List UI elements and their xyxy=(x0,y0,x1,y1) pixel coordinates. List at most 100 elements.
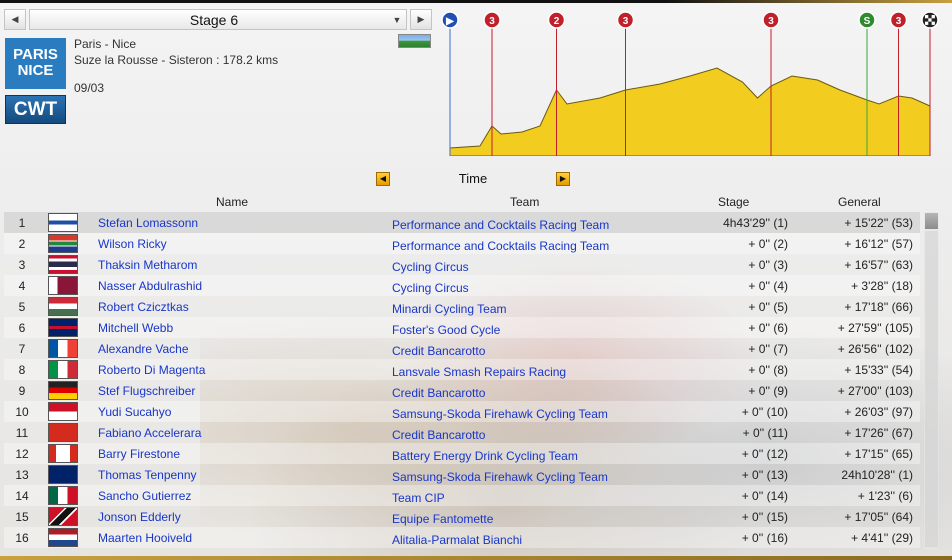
rider-general-time: + 1'23'' (6) xyxy=(857,489,913,503)
rider-name-link[interactable]: Roberto Di Magenta xyxy=(98,363,205,377)
table-row[interactable]: 15 Jonson Edderly Equipe Fantomette + 0'' (… xyxy=(4,506,920,527)
rider-general-time: + 17'15'' (65) xyxy=(844,447,913,461)
table-row[interactable]: 10 Yudi Sucahyo Samsung-Skoda Firehawk Cyc… xyxy=(4,401,920,422)
rider-team-link[interactable]: Performance and Cocktails Racing Team xyxy=(392,218,609,232)
table-row[interactable]: 11 Fabiano Accelerara Credit Bancarotto + 0… xyxy=(4,422,920,443)
prev-ranking-button[interactable]: ◀ xyxy=(376,171,390,186)
rider-position: 16 xyxy=(15,531,29,545)
thailand-flag-icon xyxy=(48,255,78,274)
rider-name-link[interactable]: Wilson Ricky xyxy=(98,237,167,251)
rider-position: 1 xyxy=(18,216,26,230)
rider-stage-time: + 0'' (15) xyxy=(741,510,788,524)
rider-name-link[interactable]: Jonson Edderly xyxy=(98,510,181,524)
profile-marker-label: 3 xyxy=(623,16,629,27)
prev-stage-button[interactable]: ◀ xyxy=(4,9,26,30)
rider-name-link[interactable]: Yudi Sucahyo xyxy=(98,405,171,419)
rider-general-time: + 4'41'' (29) xyxy=(851,531,913,545)
column-header-team[interactable]: Team xyxy=(510,195,539,209)
south-africa-flag-icon xyxy=(48,234,78,253)
column-header-general[interactable]: General xyxy=(838,195,881,209)
rider-team-link[interactable]: Samsung-Skoda Firehawk Cycling Team xyxy=(392,407,608,421)
rider-stage-time: + 0'' (13) xyxy=(741,468,788,482)
switzerland-flag-icon xyxy=(48,423,78,442)
netherlands-flag-icon xyxy=(48,528,78,547)
table-row[interactable]: 9 Stef Flugschreiber Credit Bancarotto + 0'… xyxy=(4,380,920,401)
stage-label: Stage 6 xyxy=(189,11,239,28)
rider-name-link[interactable]: Fabiano Accelerara xyxy=(98,426,201,440)
finland-flag-icon xyxy=(48,213,78,232)
table-row[interactable]: 2 Wilson Ricky Performance and Cocktails R… xyxy=(4,233,920,254)
rider-name-link[interactable]: Mitchell Webb xyxy=(98,321,173,335)
rider-name-link[interactable]: Barry Firestone xyxy=(98,447,180,461)
stage-dropdown[interactable]: Stage 6 ▼ xyxy=(29,9,407,30)
elevation-area xyxy=(449,67,931,156)
category-badge: CWT xyxy=(5,95,66,124)
canada-flag-icon xyxy=(48,444,78,463)
rider-stage-time: 4h43'29'' (1) xyxy=(723,216,788,230)
table-header: Name Team Stage General xyxy=(0,195,952,211)
rider-team-link[interactable]: Team CIP xyxy=(392,491,445,505)
column-header-stage[interactable]: Stage xyxy=(718,195,749,209)
rider-stage-time: + 0'' (7) xyxy=(748,342,788,356)
rider-name-link[interactable]: Stef Flugschreiber xyxy=(98,384,195,398)
next-ranking-button[interactable]: ▶ xyxy=(556,171,570,186)
race-logo-text-1: PARIS xyxy=(13,46,58,63)
chevron-down-icon: ▼ xyxy=(392,14,402,25)
rider-general-time: + 17'26'' (67) xyxy=(844,426,913,440)
rider-team-link[interactable]: Lansvale Smash Repairs Racing xyxy=(392,365,566,379)
rider-position: 9 xyxy=(18,384,26,398)
rider-name-link[interactable]: Maarten Hooiveld xyxy=(98,531,192,545)
race-info: Paris - Nice Suze la Rousse - Sisteron :… xyxy=(74,36,278,96)
rider-name-link[interactable]: Robert Czicztkas xyxy=(98,300,189,314)
rider-name-link[interactable]: Thaksin Metharom xyxy=(98,258,197,272)
race-route: Suze la Rousse - Sisteron : 178.2 kms xyxy=(74,53,279,67)
finish-flag-square xyxy=(925,21,929,25)
stage-selector: ◀ Stage 6 ▼ ▶ xyxy=(4,9,432,30)
table-row[interactable]: 13 Thomas Tenpenny Samsung-Skoda Firehawk … xyxy=(4,464,920,485)
rider-name-link[interactable]: Sancho Gutierrez xyxy=(98,489,191,503)
table-row[interactable]: 3 Thaksin Metharom Cycling Circus + 0'' (3)… xyxy=(4,254,920,275)
scrollbar-track[interactable] xyxy=(925,231,938,547)
rider-stage-time: + 0'' (11) xyxy=(742,426,788,440)
column-header-name[interactable]: Name xyxy=(216,195,248,209)
rider-stage-time: + 0'' (2) xyxy=(748,237,788,251)
next-stage-button[interactable]: ▶ xyxy=(410,9,432,30)
rider-team-link[interactable]: Credit Bancarotto xyxy=(392,386,485,400)
rider-team-link[interactable]: Samsung-Skoda Firehawk Cycling Team xyxy=(392,470,608,484)
rider-team-link[interactable]: Minardi Cycling Team xyxy=(392,302,507,316)
table-row[interactable]: 14 Sancho Gutierrez Team CIP + 0'' (14) + 1'… xyxy=(4,485,920,506)
scrollbar[interactable] xyxy=(924,212,939,550)
rider-name-link[interactable]: Stefan Lomassonn xyxy=(98,216,198,230)
table-row[interactable]: 5 Robert Czicztkas Minardi Cycling Team + 0… xyxy=(4,296,920,317)
rider-general-time: + 3'28'' (18) xyxy=(851,279,913,293)
rider-team-link[interactable]: Foster's Good Cycle xyxy=(392,323,500,337)
rider-stage-time: + 0'' (14) xyxy=(741,489,788,503)
rider-general-time: + 27'59'' (105) xyxy=(837,321,913,335)
scrollbar-thumb[interactable] xyxy=(925,213,938,229)
rider-team-link[interactable]: Battery Energy Drink Cycling Team xyxy=(392,449,578,463)
race-name: Paris - Nice xyxy=(74,37,137,51)
rider-position: 4 xyxy=(18,279,26,293)
table-row[interactable]: 6 Mitchell Webb Foster's Good Cycle + 0'' (… xyxy=(4,317,920,338)
rider-team-link[interactable]: Alitalia-Parmalat Bianchi xyxy=(392,533,522,547)
table-row[interactable]: 16 Maarten Hooiveld Alitalia-Parmalat Bian… xyxy=(4,527,920,548)
table-row[interactable]: 12 Barry Firestone Battery Energy Drink Cy… xyxy=(4,443,920,464)
rider-team-link[interactable]: Credit Bancarotto xyxy=(392,344,485,358)
table-row[interactable]: 1 Stefan Lomassonn Performance and Cocktai… xyxy=(4,212,920,233)
rider-general-time: + 15'22'' (53) xyxy=(844,216,913,230)
rider-team-link[interactable]: Cycling Circus xyxy=(392,260,469,274)
rider-name-link[interactable]: Thomas Tenpenny xyxy=(98,468,197,482)
rider-team-link[interactable]: Cycling Circus xyxy=(392,281,469,295)
rider-team-link[interactable]: Performance and Cocktails Racing Team xyxy=(392,239,609,253)
rider-team-link[interactable]: Equipe Fantomette xyxy=(392,512,493,526)
rider-name-link[interactable]: Alexandre Vache xyxy=(98,342,189,356)
table-row[interactable]: 8 Roberto Di Magenta Lansvale Smash Repair… xyxy=(4,359,920,380)
table-row[interactable]: 7 Alexandre Vache Credit Bancarotto + 0'' (… xyxy=(4,338,920,359)
bottom-accent-bar xyxy=(0,556,952,560)
results-table: 1 Stefan Lomassonn Performance and Cocktai… xyxy=(4,212,920,548)
rider-team-link[interactable]: Credit Bancarotto xyxy=(392,428,485,442)
table-row[interactable]: 4 Nasser Abdulrashid Cycling Circus + 0'' (… xyxy=(4,275,920,296)
rider-position: 6 xyxy=(18,321,26,335)
rider-general-time: + 26'56'' (102) xyxy=(837,342,913,356)
rider-name-link[interactable]: Nasser Abdulrashid xyxy=(98,279,202,293)
